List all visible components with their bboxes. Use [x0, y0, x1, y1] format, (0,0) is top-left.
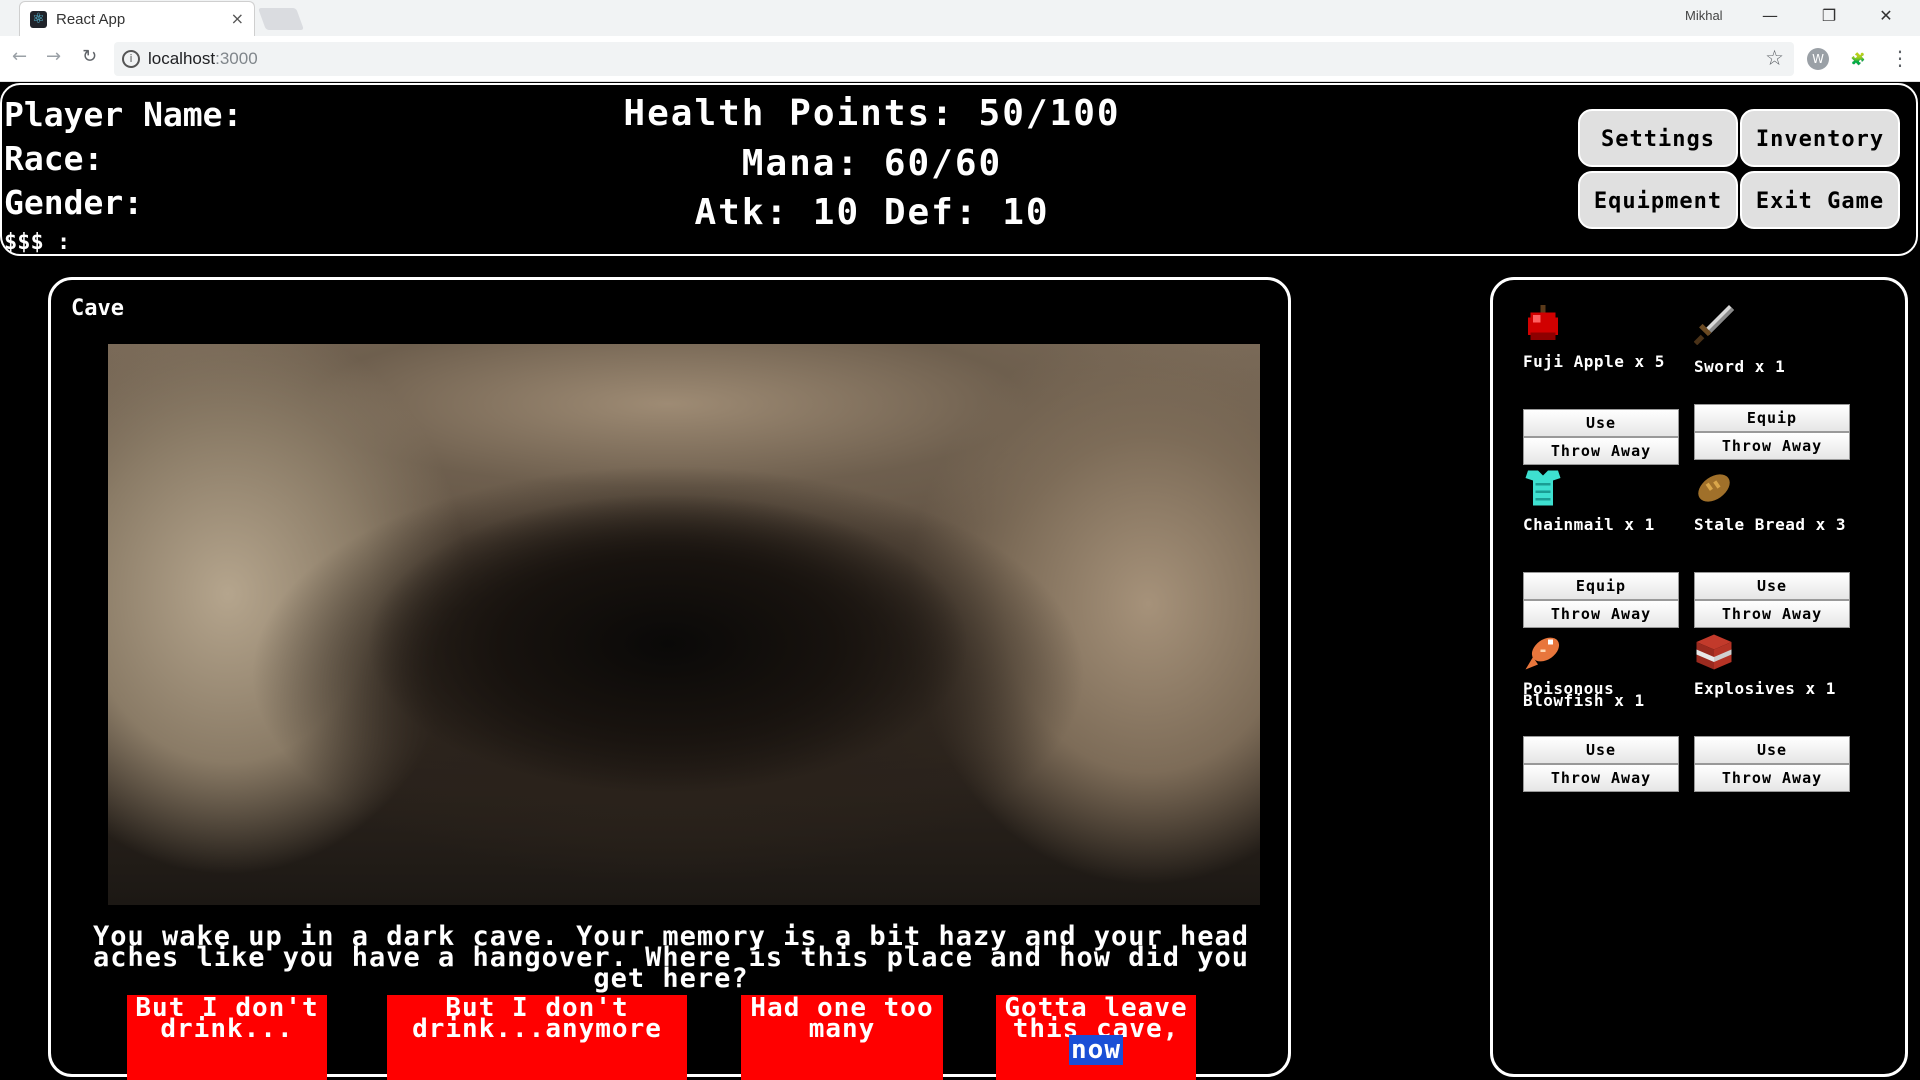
bread-icon [1698, 474, 1730, 502]
throw-away-button[interactable]: Throw Away [1694, 764, 1850, 792]
item-label: Stale Bread x 3 [1694, 515, 1846, 534]
inventory-button[interactable]: Inventory [1740, 109, 1900, 167]
chainmail-icon [1525, 470, 1561, 506]
info-icon[interactable]: i [122, 50, 140, 68]
throw-away-button[interactable]: Throw Away [1523, 600, 1679, 628]
extension-puzzle-icon[interactable]: 🧩 [1847, 48, 1869, 70]
reload-icon[interactable]: ↻ [82, 46, 97, 67]
close-window-icon[interactable]: ✕ [1863, 6, 1909, 25]
item-label: Chainmail x 1 [1523, 515, 1655, 534]
item-label: Poisonous Blowfish x 1 [1523, 679, 1645, 710]
scene-title: Cave [71, 296, 124, 321]
cave-image [108, 344, 1260, 905]
blowfish-icon [1525, 637, 1560, 670]
equip-button[interactable]: Equip [1694, 404, 1850, 432]
health-points: Health Points: 50/100 [623, 93, 1121, 134]
browser-toolbar: ← → ↻ i localhost:3000 ☆ W 🧩 ⋮ [0, 36, 1920, 82]
browser-menu-icon[interactable]: ⋮ [1890, 46, 1910, 70]
choice-4-highlight: now [1069, 1035, 1123, 1065]
throw-away-button[interactable]: Throw Away [1523, 764, 1679, 792]
minimize-icon[interactable]: — [1747, 6, 1793, 25]
new-tab-button[interactable] [257, 8, 305, 30]
url-text[interactable]: localhost:3000 [148, 49, 258, 69]
throw-away-button[interactable]: Throw Away [1694, 432, 1850, 460]
money-label: $$$ : [4, 230, 71, 255]
item-label: Sword x 1 [1694, 357, 1786, 376]
choice-button-2[interactable]: But I don't drink...anymore [387, 995, 687, 1080]
race-label: Race: [4, 139, 104, 178]
choice-button-1[interactable]: But I don't drink... [127, 995, 327, 1080]
player-name-label: Player Name: [4, 95, 243, 134]
equipment-button[interactable]: Equipment [1578, 171, 1738, 229]
restore-icon[interactable]: ❐ [1806, 6, 1852, 25]
browser-tab[interactable]: ⚛ React App × [19, 1, 255, 36]
profile-name[interactable]: Mikhal [1685, 8, 1723, 23]
scene-narration: You wake up in a dark cave. Your memory … [92, 921, 1250, 994]
settings-button[interactable]: Settings [1578, 109, 1738, 167]
inventory-panel: Fuji Apple x 5 Use Throw Away Sword x 1 … [1490, 277, 1908, 1077]
atk-def-stats: Atk: 10 Def: 10 [694, 192, 1050, 233]
address-bar[interactable]: i localhost:3000 ☆ [114, 42, 1794, 76]
sword-icon [1694, 305, 1734, 345]
use-button[interactable]: Use [1523, 736, 1679, 764]
tnt-icon [1696, 634, 1732, 670]
forward-icon[interactable]: → [46, 46, 61, 67]
apple-icon [1528, 305, 1558, 340]
item-label: Explosives x 1 [1694, 679, 1836, 698]
tab-title: React App [56, 11, 126, 28]
bookmark-star-icon[interactable]: ☆ [1765, 46, 1784, 70]
exit-game-button[interactable]: Exit Game [1740, 171, 1900, 229]
gender-label: Gender: [4, 183, 144, 222]
use-button[interactable]: Use [1523, 409, 1679, 437]
throw-away-button[interactable]: Throw Away [1523, 437, 1679, 465]
item-label: Fuji Apple x 5 [1523, 352, 1665, 371]
choice-button-3[interactable]: Had one too many [741, 995, 943, 1080]
player-hud: Player Name: Race: Gender: $$$ : Health … [0, 83, 1918, 256]
use-button[interactable]: Use [1694, 572, 1850, 600]
scene-panel: Cave You wake up in a dark cave. Your me… [48, 277, 1291, 1080]
use-button[interactable]: Use [1694, 736, 1850, 764]
back-icon[interactable]: ← [12, 46, 27, 67]
choice-button-4[interactable]: Gotta leave this cave, now [996, 995, 1196, 1080]
react-logo-icon: ⚛ [30, 11, 47, 28]
mana-points: Mana: 60/60 [741, 143, 1003, 184]
throw-away-button[interactable]: Throw Away [1694, 600, 1850, 628]
equip-button[interactable]: Equip [1523, 572, 1679, 600]
browser-tab-bar: ⚛ React App × Mikhal — ❐ ✕ [0, 0, 1920, 36]
extension-w-icon[interactable]: W [1807, 48, 1829, 70]
tab-close-icon[interactable]: × [231, 9, 244, 28]
